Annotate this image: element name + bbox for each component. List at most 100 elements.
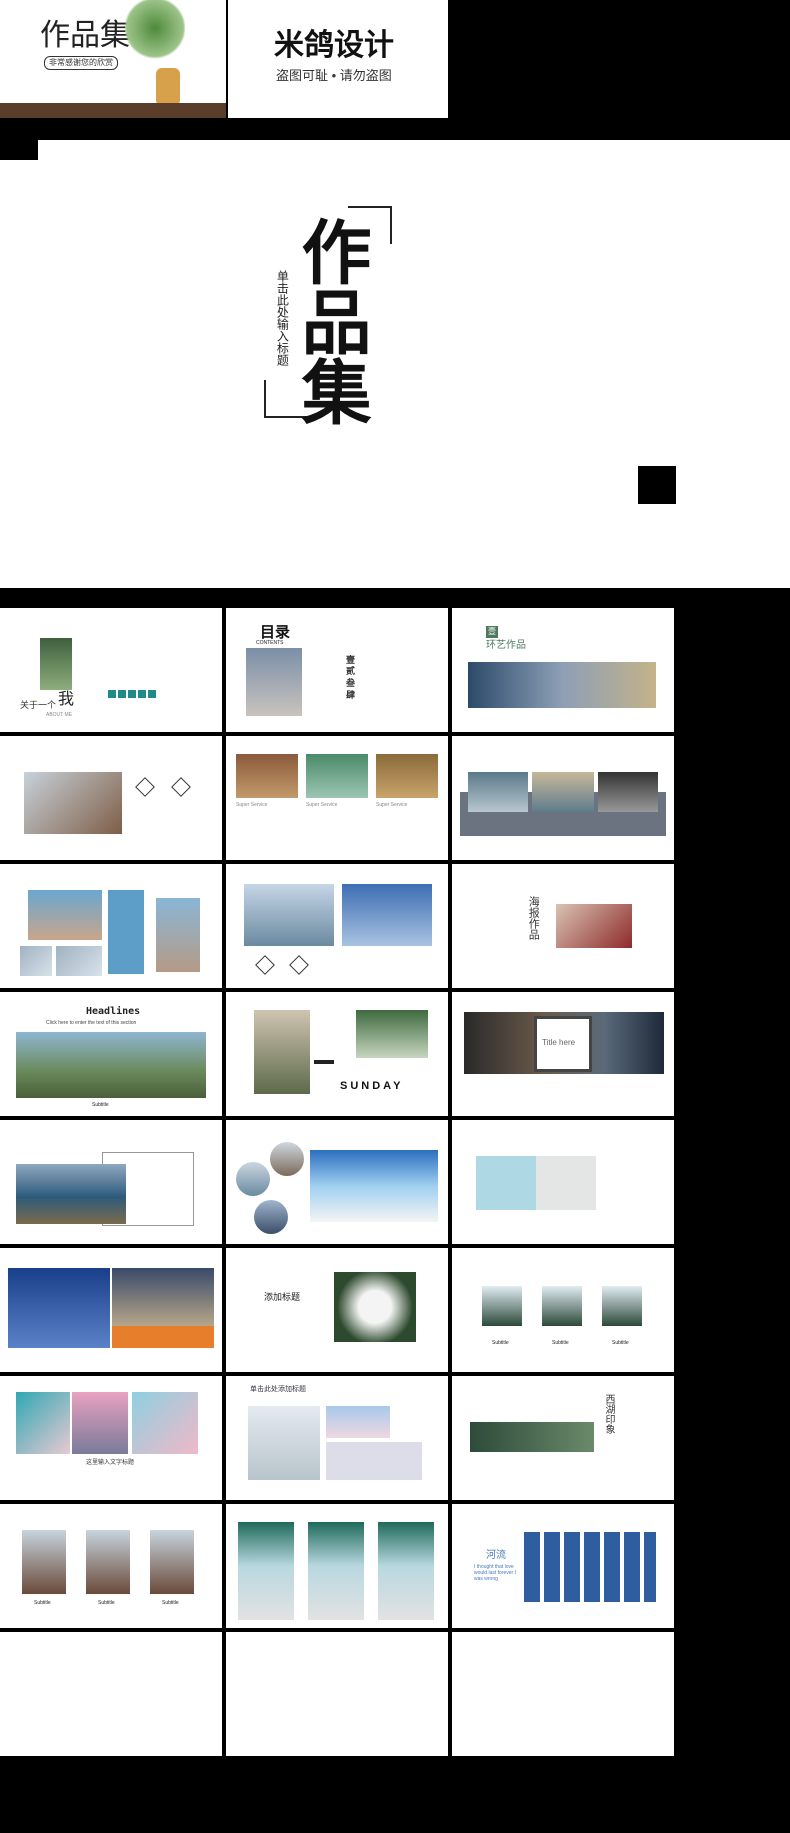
photo xyxy=(468,662,656,708)
about-big: 我 xyxy=(58,691,75,708)
skill-bars xyxy=(108,690,156,698)
vase-image xyxy=(156,68,180,106)
slide-poster[interactable]: 海报作品 xyxy=(452,864,674,988)
diamond-icon xyxy=(171,777,191,797)
river-text: I thought that love would last forever I… xyxy=(474,1564,516,1582)
circle-photo xyxy=(236,1162,270,1196)
section-num: 壹 xyxy=(486,626,498,638)
slide-grid: 关于一个 我 ABOUT ME 目录 CONTENTS 壹 贰 叁 肆 壹 环艺… xyxy=(0,588,790,1833)
photo xyxy=(532,772,594,812)
slide-placeholder[interactable]: 单击此处添加标题 xyxy=(226,1376,448,1500)
slide-solar[interactable] xyxy=(0,1248,222,1372)
text-panel xyxy=(326,1442,422,1480)
photo xyxy=(236,754,298,798)
slide-two-landscape[interactable] xyxy=(226,864,448,988)
photo-strips xyxy=(524,1532,656,1602)
slide-west-lake[interactable]: 西湖印象 xyxy=(452,1376,674,1500)
slide-partial[interactable] xyxy=(452,1632,674,1756)
slide-books[interactable]: Subtitle Subtitle Subtitle xyxy=(0,1504,222,1628)
slide-about[interactable]: 关于一个 我 ABOUT ME xyxy=(0,608,222,732)
section-title: 环艺作品 xyxy=(486,640,526,651)
photo xyxy=(342,884,432,946)
title-here: Title here xyxy=(542,1038,576,1047)
slide-photo-text[interactable] xyxy=(0,736,222,860)
diamond-icon xyxy=(135,777,155,797)
slide-three-subtitles[interactable]: Subtitle Subtitle Subtitle xyxy=(452,1248,674,1372)
slide-partial[interactable] xyxy=(226,1632,448,1756)
photo xyxy=(40,638,72,690)
bracket-line xyxy=(264,380,266,418)
bracket-line xyxy=(390,206,392,244)
photo xyxy=(132,1392,198,1454)
circle-photo xyxy=(270,1142,304,1176)
thumbnail-brand[interactable]: 米鸽设计 盗图可耻 • 请勿盗图 xyxy=(228,0,448,118)
photo xyxy=(310,1150,438,1222)
slide-partial[interactable] xyxy=(0,1632,222,1756)
photo xyxy=(308,1522,364,1620)
subtitle-label: Subtitle xyxy=(98,1600,115,1606)
toc-item: 贰 xyxy=(346,666,356,676)
corner-block xyxy=(0,124,38,160)
subtitle-label: Subtitle xyxy=(162,1600,179,1606)
text-panel xyxy=(108,890,144,974)
subtitle-label: Subtitle xyxy=(92,1102,109,1108)
slide-contents[interactable]: 目录 CONTENTS 壹 贰 叁 肆 xyxy=(226,608,448,732)
dash xyxy=(314,1060,334,1064)
headline-sub: Click here to enter the text of this sec… xyxy=(46,1020,137,1026)
thumb-title: 作品集 xyxy=(40,18,130,53)
slide-collage-blue[interactable] xyxy=(0,864,222,988)
add-title: 添加标题 xyxy=(264,1292,301,1302)
photo xyxy=(86,1530,130,1594)
photo xyxy=(16,1032,206,1098)
slide-pink[interactable]: 这里输入文字标题 xyxy=(0,1376,222,1500)
diamond-icon xyxy=(255,955,275,975)
photo xyxy=(248,1406,320,1480)
thumb-subtitle: 非常感谢您的欣赏 xyxy=(44,56,118,70)
thumbnail-portfolio-cover[interactable]: 作品集 非常感谢您的欣赏 xyxy=(0,0,226,118)
river-title: 河流 xyxy=(486,1550,506,1561)
photo xyxy=(246,648,302,716)
slide-river[interactable]: 河流 I thought that love would last foreve… xyxy=(452,1504,674,1628)
subtitle-label: Subtitle xyxy=(552,1340,569,1346)
diamond-icon xyxy=(289,955,309,975)
photo xyxy=(476,1156,536,1210)
slide-headlines[interactable]: Headlines Click here to enter the text o… xyxy=(0,992,222,1116)
slide-title-here[interactable]: Title here xyxy=(452,992,674,1116)
photo xyxy=(156,898,200,972)
slide-environment-art[interactable]: 壹 环艺作品 xyxy=(452,608,674,732)
service-label: Super Service xyxy=(306,802,338,808)
photo xyxy=(28,890,102,940)
slide-three-services[interactable]: Super Service Super Service Super Servic… xyxy=(226,736,448,860)
slide-add-title[interactable]: 添加标题 xyxy=(226,1248,448,1372)
circle-photo xyxy=(254,1200,288,1234)
page: 作品集 非常感谢您的欣赏 米鸽设计 盗图可耻 • 请勿盗图 作品集 单击此处输入… xyxy=(0,0,790,1833)
photo xyxy=(326,1406,390,1438)
photo xyxy=(334,1272,416,1342)
photo xyxy=(8,1268,110,1348)
slide-buildings[interactable] xyxy=(226,1504,448,1628)
cover-subtitle: 单击此处输入标题 xyxy=(275,270,290,366)
slide-circles[interactable] xyxy=(226,1120,448,1244)
photo xyxy=(150,1530,194,1594)
photo xyxy=(556,904,632,948)
photo xyxy=(356,1010,428,1058)
photo xyxy=(376,754,438,798)
slide-coast[interactable] xyxy=(0,1120,222,1244)
photo xyxy=(20,946,52,976)
plant-image xyxy=(125,0,185,70)
slide-lemon[interactable] xyxy=(452,1120,674,1244)
photo xyxy=(378,1522,434,1620)
toc-item: 叁 xyxy=(346,678,356,688)
photo xyxy=(72,1392,128,1454)
brand-title: 米鸽设计 xyxy=(274,29,394,62)
slide-three-photos[interactable] xyxy=(452,736,674,860)
poster-title: 海报作品 xyxy=(527,896,540,940)
photo xyxy=(602,1286,642,1326)
photo xyxy=(254,1010,310,1094)
photo xyxy=(306,754,368,798)
photo xyxy=(112,1268,214,1326)
brand-subtitle: 盗图可耻 • 请勿盗图 xyxy=(276,68,392,83)
slide-sunday[interactable]: SUNDAY xyxy=(226,992,448,1116)
cover-slide[interactable]: 作品集 单击此处输入标题 xyxy=(0,124,790,588)
about-en: ABOUT ME xyxy=(46,712,73,718)
